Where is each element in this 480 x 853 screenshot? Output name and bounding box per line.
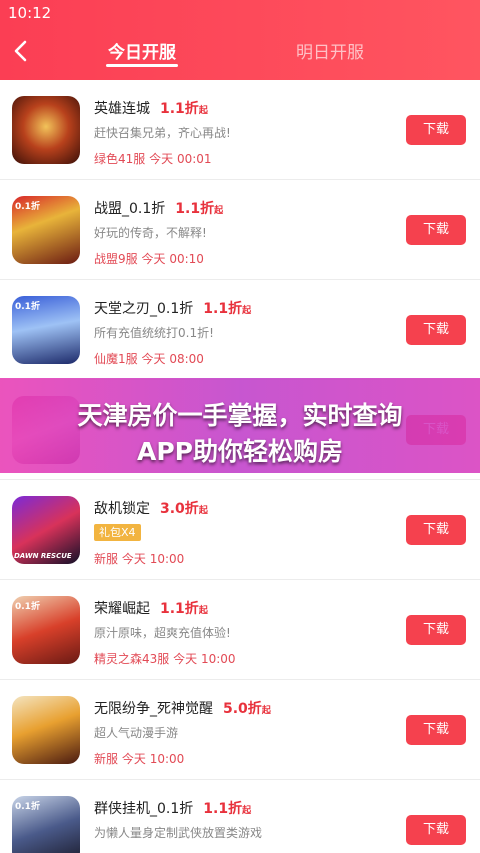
- download-button[interactable]: 下载: [406, 315, 466, 345]
- download-button[interactable]: 下载: [406, 215, 466, 245]
- discount-badge: 1.1折起: [160, 601, 208, 617]
- active-tab-indicator: [106, 64, 178, 67]
- list-item[interactable]: 0.1折 天堂之刃_0.1折 1.1折起 所有充值统统打0.1折! 仙魔1服 今天…: [0, 280, 480, 380]
- server-info: 战盟9服 今天 00:10: [94, 252, 204, 266]
- banner-subheadline: APP助你轻松购房: [137, 437, 343, 466]
- heaven-blade-icon: 0.1折: [12, 296, 80, 364]
- discount-badge: 1.1折起: [160, 101, 208, 117]
- game-description: 好玩的传奇，不解释!: [94, 226, 207, 240]
- discount-badge: 5.0折起: [223, 701, 271, 717]
- bleach-icon: [12, 696, 80, 764]
- glory-rise-icon: 0.1折: [12, 596, 80, 664]
- game-name: 英雄连城: [94, 101, 150, 117]
- heroes-idle-icon: 0.1折: [12, 796, 80, 853]
- back-arrow-icon: [14, 40, 27, 62]
- game-name: 荣耀崛起: [94, 601, 150, 617]
- discount-badge: 1.1折起: [203, 301, 252, 317]
- game-description: 所有充值统统打0.1折!: [94, 326, 214, 340]
- download-button[interactable]: 下载: [406, 715, 466, 745]
- game-description: 超人气动漫手游: [94, 726, 179, 740]
- server-info: 精灵之森43服 今天 10:00: [94, 652, 236, 666]
- list-item[interactable]: DAWN RESCUE 敌机锁定 3.0折起 礼包X4 新服 今天 10:00 下…: [0, 480, 480, 580]
- tab-today[interactable]: 今日开服: [108, 38, 176, 63]
- server-info: 仙魔1服 今天 08:00: [94, 352, 204, 366]
- game-name: 群侠挂机_0.1折: [94, 801, 194, 817]
- download-button[interactable]: 下载: [406, 815, 466, 845]
- list-item[interactable]: 0.1折 战盟_0.1折 1.1折起 好玩的传奇，不解释! 战盟9服 今天 00:…: [0, 180, 480, 280]
- gift-badge: 礼包X4: [94, 524, 141, 541]
- server-info: 新服 今天 10:00: [94, 552, 185, 566]
- banner-headline: 天津房价一手掌握，实时查询: [77, 401, 403, 430]
- game-name: 天堂之刃_0.1折: [94, 301, 194, 317]
- zhanmeng-icon: 0.1折: [12, 196, 80, 264]
- hero-city-icon: [12, 96, 80, 164]
- list-item[interactable]: 无限纷争_死神觉醒 5.0折起 超人气动漫手游 新服 今天 10:00 下载: [0, 680, 480, 780]
- game-description: 赶快召集兄弟，齐心再战!: [94, 126, 231, 140]
- list-item[interactable]: 英雄连城 1.1折起 赶快召集兄弟，齐心再战! 绿色41服 今天 00:01 下载: [0, 80, 480, 180]
- game-description: 原汁原味，超爽充值体验!: [94, 626, 231, 640]
- server-info: 新服 今天 10:00: [94, 752, 185, 766]
- download-button[interactable]: 下载: [406, 515, 466, 545]
- discount-badge: 1.1折起: [175, 201, 224, 217]
- tab-tomorrow[interactable]: 明日开服: [296, 38, 364, 63]
- game-name: 敌机锁定: [94, 501, 150, 517]
- list-item[interactable]: 0.1折 群侠挂机_0.1折 1.1折起 为懒人量身定制武侠放置类游戏 下载: [0, 780, 480, 853]
- game-name: 无限纷争_死神觉醒: [94, 701, 213, 717]
- status-bar-time: 10:12: [8, 4, 52, 22]
- game-description: 为懒人量身定制武侠放置类游戏: [94, 826, 263, 840]
- discount-badge: 3.0折起: [160, 501, 208, 517]
- download-button[interactable]: 下载: [406, 115, 466, 145]
- list-item[interactable]: 0.1折 荣耀崛起 1.1折起 原汁原味，超爽充值体验! 精灵之森43服 今天 1…: [0, 580, 480, 680]
- download-button[interactable]: 下载: [406, 615, 466, 645]
- server-info: 绿色41服 今天 00:01: [94, 152, 212, 166]
- dawn-rescue-icon: DAWN RESCUE: [12, 496, 80, 564]
- app-header: 10:12 今日开服 明日开服: [0, 0, 480, 80]
- game-name: 战盟_0.1折: [94, 201, 166, 217]
- discount-badge: 1.1折起: [203, 801, 252, 817]
- back-button[interactable]: [8, 38, 34, 64]
